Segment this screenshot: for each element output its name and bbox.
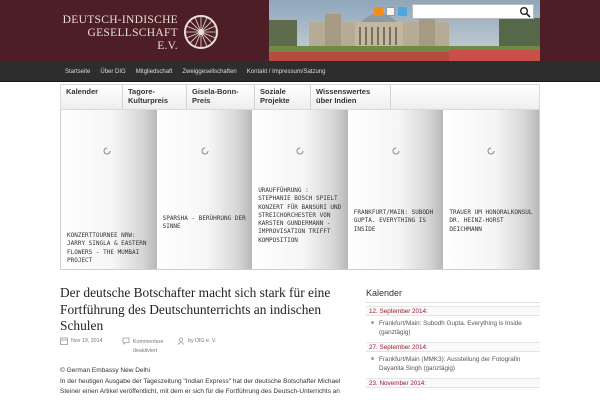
top-navigation: Startseite Über DIG Mitgliedschaft Zweig… <box>0 62 600 82</box>
calendar-icon <box>60 337 68 345</box>
mail-icon[interactable] <box>386 7 395 16</box>
event-date: 27. September 2014: <box>366 342 540 352</box>
slide-1[interactable]: Konzerttournee NRW: Jarry Singla & Easte… <box>61 110 157 269</box>
social-links <box>374 7 407 16</box>
article-date: Nov 19, 2014 <box>71 338 103 344</box>
article-author[interactable]: by DIG e. V. <box>188 338 216 344</box>
nav-item-startseite[interactable]: Startseite <box>60 69 95 75</box>
comment-icon <box>122 337 130 345</box>
event-link[interactable]: Frankfurt/Main: Subodh Gupta. Everything… <box>366 316 540 339</box>
logo-line-2: Gesellschaft <box>87 27 178 39</box>
article-body-line: In der heutigen Ausgabe der Tageszeitung… <box>60 377 341 385</box>
loading-spinner-icon <box>487 147 495 155</box>
slide-title[interactable]: Trauer um Honoralkonsul Dr. Heinz-Horst … <box>449 209 535 234</box>
bullet-icon <box>371 321 374 324</box>
article-body: © German Embassy New Delhi In der heutig… <box>60 366 352 398</box>
catmenu-item-kalender[interactable]: Kalender <box>61 85 123 109</box>
featured-slider: Konzerttournee NRW: Jarry Singla & Easte… <box>60 110 540 270</box>
ashoka-chakra-logo-icon[interactable] <box>183 14 219 50</box>
search-input[interactable] <box>412 4 534 19</box>
nav-item-ueber-dig[interactable]: Über DIG <box>95 69 130 75</box>
event-date: 12. September 2014: <box>366 306 540 316</box>
catmenu-item-soziale-projekte[interactable]: Soziale Projekte <box>255 85 311 109</box>
logo-line-3: e.V. <box>157 40 178 52</box>
nav-item-zweiggesellschaften[interactable]: Zweiggesellschaften <box>177 69 241 75</box>
search-icon[interactable] <box>519 6 531 18</box>
calendar-event: 27. September 2014: Frankfurt/Main (MMK3… <box>366 342 540 375</box>
slide-5[interactable]: Trauer um Honoralkonsul Dr. Heinz-Horst … <box>443 110 539 269</box>
slide-title[interactable]: Frankfurt/Main: Subodh Gupta. Everything… <box>354 209 440 234</box>
calendar-sidebar: Kalender 12. September 2014: Frankfurt/M… <box>366 288 540 388</box>
bullet-icon <box>371 357 374 360</box>
calendar-event: 23. November 2014: <box>366 378 540 388</box>
loading-spinner-icon <box>296 147 304 155</box>
slide-3[interactable]: Uraufführung : Stephanie Bosch spielt Ko… <box>252 110 348 269</box>
site-header: Deutsch-Indische Gesellschaft e.V. <box>0 0 600 62</box>
slide-4[interactable]: Frankfurt/Main: Subodh Gupta. Everything… <box>347 110 444 269</box>
catmenu-item-wissenswertes[interactable]: Wissenswertes über Indien <box>311 85 391 109</box>
article-meta: Nov 19, 2014 Kommentare deaktiviert by D… <box>60 336 352 358</box>
rss-icon[interactable] <box>374 7 383 16</box>
slide-title[interactable]: Konzerttournee NRW: Jarry Singla & Easte… <box>67 232 153 265</box>
sidebar-title: Kalender <box>366 288 540 303</box>
catmenu-item-gisela-bonn-preis[interactable]: Gisela-Bonn- Preis <box>187 85 255 109</box>
event-date: 23. November 2014: <box>366 378 540 388</box>
logo-line-1: Deutsch-Indische <box>62 14 178 26</box>
twitter-icon[interactable] <box>398 7 407 16</box>
site-logo-text[interactable]: Deutsch-Indische Gesellschaft e.V. <box>62 14 178 53</box>
article-title[interactable]: Der deutsche Botschafter macht sich star… <box>60 285 352 335</box>
slide-2[interactable]: Sparsha - Berührung der Sinne <box>156 110 253 269</box>
nav-item-mitgliedschaft[interactable]: Mitgliedschaft <box>131 69 178 75</box>
nav-item-kontakt[interactable]: Kontakt / Impressum/Satzung <box>242 69 331 75</box>
user-icon <box>177 337 185 345</box>
slide-title[interactable]: Uraufführung : Stephanie Bosch spielt Ko… <box>258 187 344 245</box>
article-comments-status[interactable]: Kommentare deaktiviert <box>133 338 169 356</box>
article-body-line: © German Embassy New Delhi <box>60 367 151 374</box>
article-body-line: Steiner einen Artikel veröffentlicht, mi… <box>60 388 340 395</box>
category-menu: Kalender Tagore- Kulturpreis Gisela-Bonn… <box>60 84 540 110</box>
event-link[interactable]: Frankfurt/Main (MMK3): Ausstellung der F… <box>366 352 540 375</box>
slide-title[interactable]: Sparsha - Berührung der Sinne <box>163 215 249 232</box>
loading-spinner-icon <box>392 147 400 155</box>
catmenu-item-tagore-kulturpreis[interactable]: Tagore- Kulturpreis <box>123 85 187 109</box>
calendar-event: 12. September 2014: Frankfurt/Main: Subo… <box>366 306 540 339</box>
loading-spinner-icon <box>103 147 111 155</box>
loading-spinner-icon <box>201 147 209 155</box>
